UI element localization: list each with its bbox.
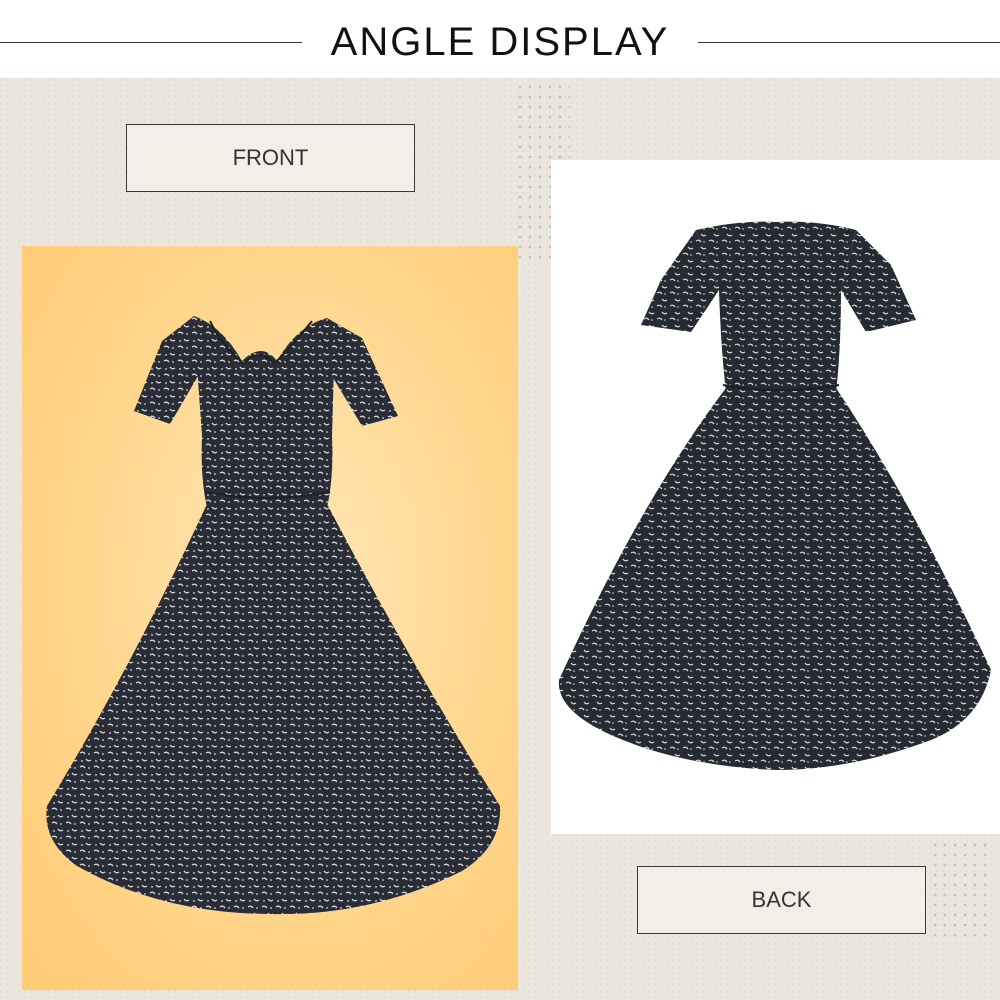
dress-back-photo	[551, 160, 1000, 834]
page-title: ANGLE DISPLAY	[330, 20, 670, 64]
header-rule-left	[0, 42, 302, 43]
header-rule-right	[698, 42, 1000, 43]
back-label: BACK	[637, 866, 926, 934]
decorative-dots-bottom	[930, 840, 990, 940]
front-label: FRONT	[126, 124, 415, 192]
dress-back-icon	[558, 221, 991, 770]
dress-front-photo	[22, 246, 518, 990]
header: ANGLE DISPLAY	[0, 0, 1000, 78]
dress-front-icon	[46, 316, 501, 915]
